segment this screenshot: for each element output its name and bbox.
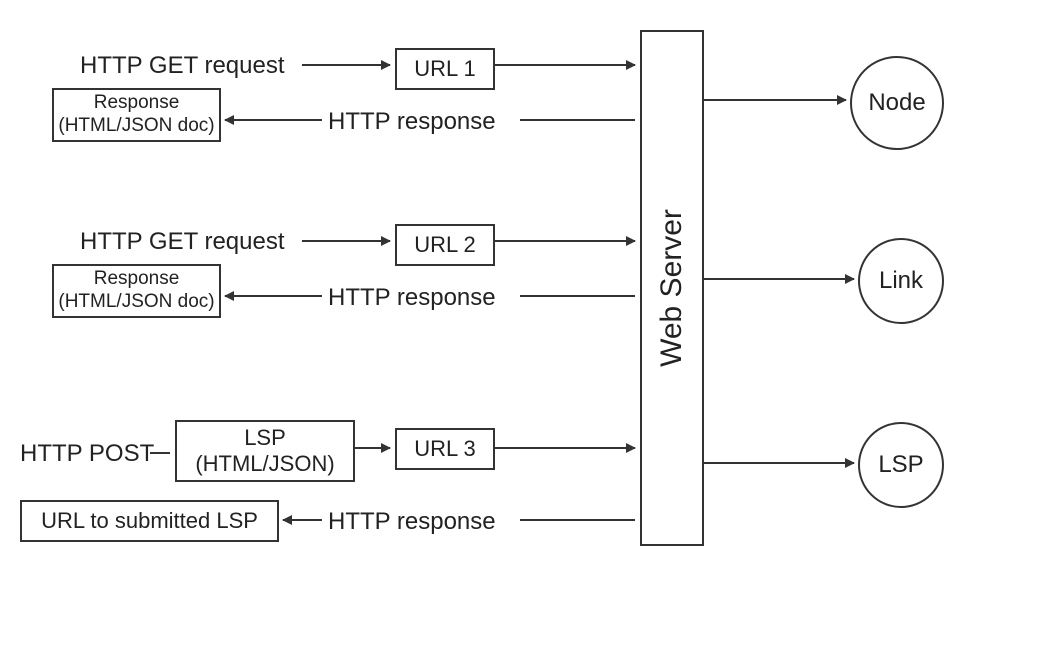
url-2-box: URL 2 — [395, 224, 495, 266]
http-post-label: HTTP POST — [20, 440, 154, 468]
http-response-2-label: HTTP response — [328, 284, 496, 312]
web-server-label: Web Server — [655, 209, 689, 367]
url-to-submitted-lsp-box: URL to submitted LSP — [20, 500, 279, 542]
web-server-box: Web Server — [640, 30, 704, 546]
http-get-request-1-label: HTTP GET request — [80, 52, 285, 80]
lsp-circle: LSP — [858, 422, 944, 508]
response-box-1: Response (HTML/JSON doc) — [52, 88, 221, 142]
lsp-body-box: LSP (HTML/JSON) — [175, 420, 355, 482]
response-box-2: Response (HTML/JSON doc) — [52, 264, 221, 318]
diagram-canvas: HTTP GET request Response (HTML/JSON doc… — [0, 0, 1040, 654]
link-circle: Link — [858, 238, 944, 324]
url-1-box: URL 1 — [395, 48, 495, 90]
url-3-box: URL 3 — [395, 428, 495, 470]
http-get-request-2-label: HTTP GET request — [80, 228, 285, 256]
node-circle: Node — [850, 56, 944, 150]
http-response-3-label: HTTP response — [328, 508, 496, 536]
http-response-1-label: HTTP response — [328, 108, 496, 136]
